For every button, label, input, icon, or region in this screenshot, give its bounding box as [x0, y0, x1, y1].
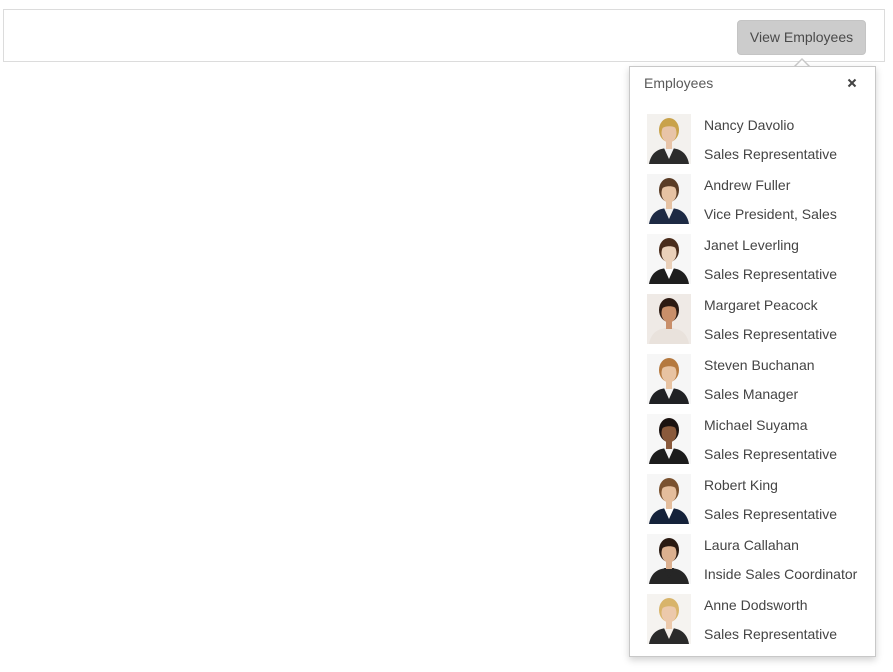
- avatar: [647, 234, 691, 284]
- employee-list-item[interactable]: Laura Callahan Inside Sales Coordinator: [630, 531, 875, 591]
- employee-name: Steven Buchanan: [704, 357, 815, 373]
- employee-title: Sales Representative: [704, 446, 838, 462]
- employee-list-item[interactable]: Nancy Davolio Sales Representative: [630, 111, 875, 171]
- employee-name: Janet Leverling: [704, 237, 799, 253]
- employee-list-item[interactable]: Michael Suyama Sales Representative: [630, 411, 875, 471]
- employee-name: Andrew Fuller: [704, 177, 791, 193]
- employee-title: Inside Sales Coordinator: [704, 566, 858, 582]
- employee-list-item[interactable]: Anne Dodsworth Sales Representative: [630, 591, 875, 651]
- employee-title: Sales Representative: [704, 146, 838, 162]
- employee-list-item[interactable]: Robert King Sales Representative: [630, 471, 875, 531]
- employee-title: Sales Representative: [704, 266, 838, 282]
- employee-name: Laura Callahan: [704, 537, 799, 553]
- avatar: [647, 354, 691, 404]
- avatar: [647, 114, 691, 164]
- employee-list: Nancy Davolio Sales Representative Andre…: [630, 111, 875, 651]
- avatar: [647, 294, 691, 344]
- employee-name: Robert King: [704, 477, 778, 493]
- employee-title: Sales Representative: [704, 326, 838, 342]
- view-employees-button[interactable]: View Employees: [737, 20, 866, 55]
- avatar: [647, 534, 691, 584]
- employee-name: Anne Dodsworth: [704, 597, 808, 613]
- avatar: [647, 414, 691, 464]
- employee-title: Sales Representative: [704, 626, 838, 642]
- employee-title: Sales Representative: [704, 506, 838, 522]
- avatar: [647, 474, 691, 524]
- avatar: [647, 174, 691, 224]
- employees-popup: Employees Nancy Davolio Sales Representa…: [629, 66, 876, 657]
- employee-name: Nancy Davolio: [704, 117, 795, 133]
- employee-name: Michael Suyama: [704, 417, 808, 433]
- employee-list-item[interactable]: Margaret Peacock Sales Representative: [630, 291, 875, 351]
- popup-title: Employees: [644, 75, 714, 91]
- avatar: [647, 594, 691, 644]
- close-icon[interactable]: [845, 76, 859, 90]
- employee-name: Margaret Peacock: [704, 297, 818, 313]
- employee-list-item[interactable]: Andrew Fuller Vice President, Sales: [630, 171, 875, 231]
- employee-title: Vice President, Sales: [704, 206, 837, 222]
- employee-title: Sales Manager: [704, 386, 799, 402]
- employee-list-item[interactable]: Steven Buchanan Sales Manager: [630, 351, 875, 411]
- employee-list-item[interactable]: Janet Leverling Sales Representative: [630, 231, 875, 291]
